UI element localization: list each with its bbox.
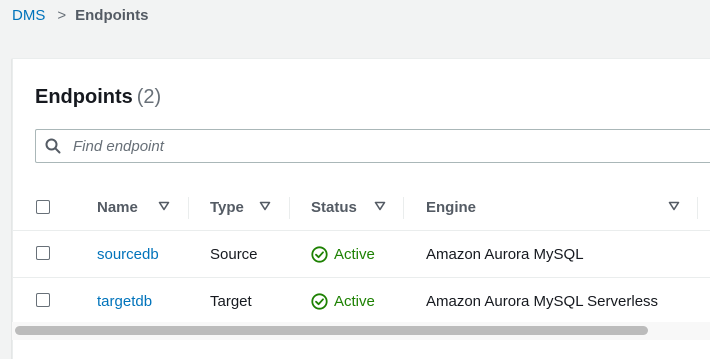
status-label: Active: [334, 245, 375, 263]
column-header-name-label: Name: [97, 199, 138, 216]
endpoint-type-cell: Target: [210, 292, 252, 310]
panel-title: Endpoints (2): [35, 86, 161, 109]
endpoint-name-cell: targetdb: [97, 278, 152, 324]
endpoint-name-link[interactable]: sourcedb: [97, 246, 159, 263]
column-divider[interactable]: [403, 197, 404, 219]
breadcrumb: DMS > Endpoints: [12, 7, 148, 24]
status-badge: Active: [311, 293, 375, 310]
endpoint-status-cell: Active: [311, 231, 375, 277]
table-row[interactable]: sourcedb Source Active Amazon Aurora MyS…: [13, 231, 710, 278]
column-header-name[interactable]: Name: [97, 185, 138, 230]
search-icon: [45, 138, 61, 154]
column-header-status[interactable]: Status: [311, 185, 357, 230]
breadcrumb-current: Endpoints: [75, 7, 149, 24]
panel-title-text: Endpoints: [35, 86, 133, 108]
column-header-status-label: Status: [311, 199, 357, 216]
column-divider[interactable]: [289, 197, 290, 219]
endpoint-engine-cell: Amazon Aurora MySQL: [426, 245, 584, 263]
column-header-type[interactable]: Type: [210, 185, 244, 230]
column-divider[interactable]: [697, 197, 698, 219]
sort-caret-icon[interactable]: [668, 200, 680, 212]
endpoint-type-cell: Source: [210, 245, 258, 263]
sort-caret-icon[interactable]: [259, 200, 271, 212]
sort-caret-icon[interactable]: [158, 200, 170, 212]
table-row[interactable]: targetdb Target Active Amazon Aurora MyS…: [13, 278, 710, 325]
horizontal-scrollbar-thumb[interactable]: [15, 326, 648, 335]
select-all-checkbox[interactable]: [36, 200, 50, 214]
endpoint-name-link[interactable]: targetdb: [97, 293, 152, 310]
breadcrumb-dms-link[interactable]: DMS: [12, 7, 45, 24]
endpoints-panel: Endpoints(2) Name Type: [12, 58, 710, 359]
check-circle-icon: [311, 292, 328, 310]
status-label: Active: [334, 292, 375, 310]
endpoint-name-cell: sourcedb: [97, 231, 159, 277]
column-header-type-label: Type: [210, 199, 244, 216]
breadcrumb-separator: >: [57, 7, 67, 24]
sort-caret-icon[interactable]: [374, 200, 386, 212]
row-checkbox[interactable]: [36, 293, 50, 307]
table-header-row: Name Type Status Engine: [13, 185, 710, 231]
check-circle-icon: [311, 245, 328, 263]
endpoint-count: (2): [136, 86, 162, 108]
endpoints-table: Name Type Status Engine sourcedb Source …: [13, 185, 710, 325]
column-divider[interactable]: [188, 197, 189, 219]
endpoint-status-cell: Active: [311, 278, 375, 324]
column-header-engine-label: Engine: [426, 199, 477, 216]
status-badge: Active: [311, 246, 375, 263]
search-input[interactable]: [73, 137, 673, 155]
column-header-engine[interactable]: Engine: [426, 185, 476, 230]
row-checkbox[interactable]: [36, 246, 50, 260]
search-box[interactable]: [35, 129, 710, 163]
endpoint-engine-cell: Amazon Aurora MySQL Serverless: [426, 292, 659, 310]
